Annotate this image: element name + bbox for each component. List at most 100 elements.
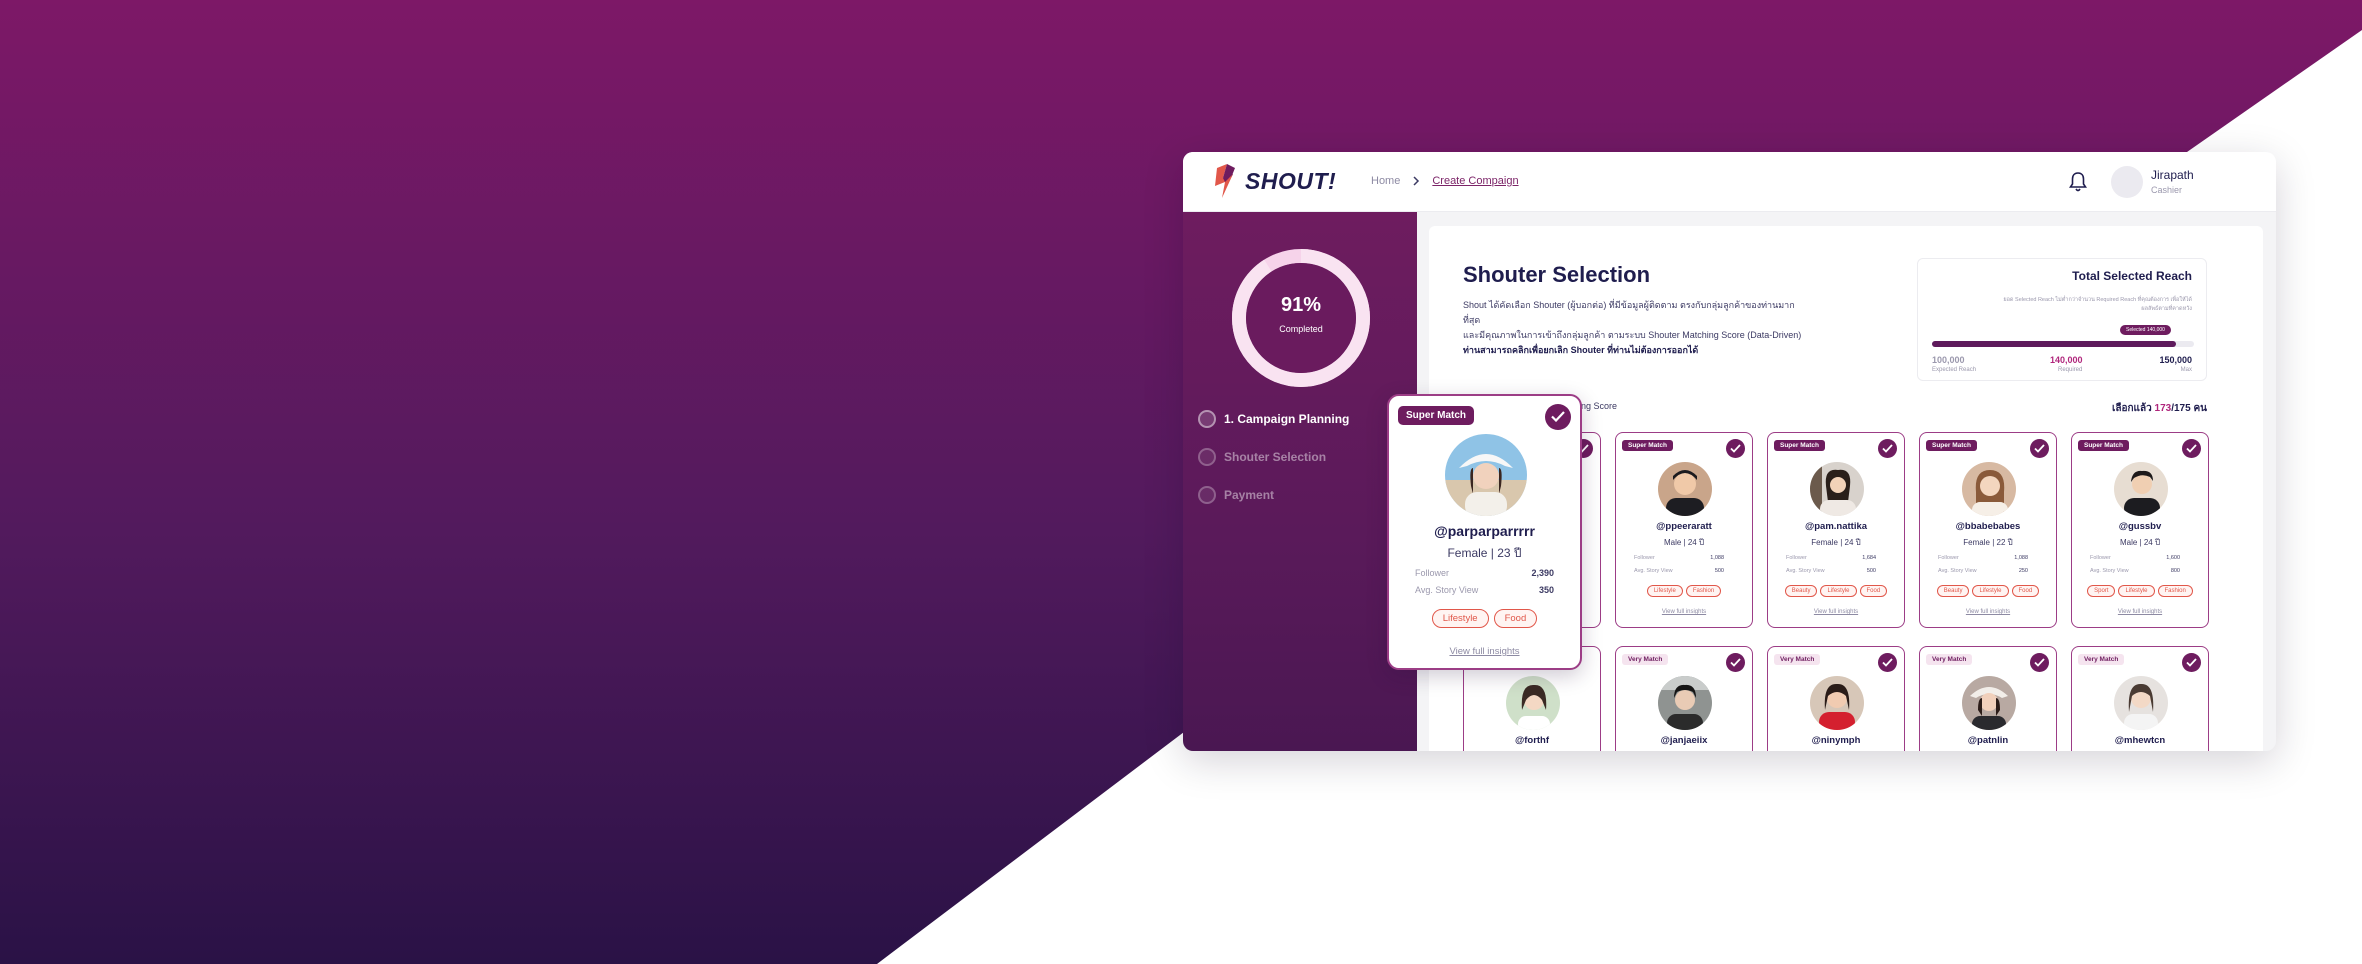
page-description: Shout ได้คัดเลือก Shouter (ผู้บอกต่อ) ที… [1463,298,1803,358]
selected-count: เลือกแล้ว 173/175 คน [2112,401,2207,416]
category-tag: Sport [2087,585,2116,597]
shouter-handle: @parparparrrrr [1434,523,1535,539]
expected-reach-label: Expected Reach [1932,367,1977,373]
follower-label: Follower [1786,555,1807,561]
story-view-value: 800 [2170,568,2180,574]
view-insights-link[interactable]: View full insights [2072,609,2208,615]
step-shouter-selection[interactable]: Shouter Selection [1198,448,1326,466]
check-icon[interactable] [1878,653,1897,672]
follower-label: Follower [2090,555,2111,561]
check-icon[interactable] [1726,439,1745,458]
shouter-avatar [1658,676,1712,730]
category-tag: Lifestyle [1646,585,1683,597]
story-view-value: 250 [2018,568,2028,574]
story-view-label: Avg. Story View [1938,568,1977,574]
step-payment[interactable]: Payment [1198,486,1274,504]
story-view-label: Avg. Story View [1634,568,1673,574]
shouter-avatar [1810,462,1864,516]
follower-row: Follower 1,684 [1786,555,1876,561]
follower-value: 1,088 [2014,555,2028,561]
check-icon[interactable] [2182,653,2201,672]
category-tag: Fashion [2157,585,2193,597]
chevron-right-icon [1413,176,1420,186]
user-avatar[interactable] [2111,166,2143,198]
shouter-card[interactable]: Very Match @janjaeiix [1615,646,1753,751]
logo-text: SHOUT! [1245,167,1337,194]
shouter-card[interactable]: Super Match @gussbv Male | 24 ปี Followe… [2071,432,2209,628]
follower-label: Follower [1634,555,1655,561]
category-tag: Lifestyle [2118,585,2155,597]
category-tags: Lifestyle Fashion [1616,585,1752,597]
shouter-card[interactable]: Very Match @ninymph [1767,646,1905,751]
featured-shouter-card[interactable]: Super Match @parparparrrrr Female | 23 ป… [1387,394,1582,670]
category-tag: Food [1859,585,1888,597]
check-icon[interactable] [1878,439,1897,458]
expected-reach-value: 100,000 [1932,355,1965,365]
follower-value: 2,390 [1531,568,1554,578]
story-view-label: Avg. Story View [1786,568,1825,574]
shouter-meta: Male | 24 ปี [1663,538,1705,547]
required-reach-value: 140,000 [2050,355,2083,365]
landing-stage: SHOUT! Home Create Compaign Jirapath Cas… [0,0,2362,964]
follower-row: Follower 1,088 [1938,555,2028,561]
category-tag: Lifestyle [1820,585,1857,597]
shouter-handle: @gussbv [2118,521,2162,532]
shouter-card[interactable]: Super Match @ppeeraratt Male | 24 ปี Fol… [1615,432,1753,628]
step-indicator [1198,410,1216,428]
step-label: Shouter Selection [1224,450,1327,464]
view-insights-link[interactable]: View full insights [1616,609,1752,615]
follower-value: 1,600 [2166,555,2180,561]
story-view-row: Avg. Story View 500 [1634,568,1724,574]
selected-prefix: เลือกแล้ว [2111,403,2152,414]
reach-note: ยอด Selected Reach ไม่ต่ำกว่าจำนวน Requi… [2003,297,2192,312]
progress-ring [1232,249,1370,387]
shouter-card[interactable]: Very Match @mhewtcn [2071,646,2209,751]
step-label: Payment [1224,488,1275,502]
follower-row: Follower 2,390 [1415,568,1554,578]
story-view-row: Avg. Story View 800 [2090,568,2180,574]
shouter-avatar [2114,676,2168,730]
check-icon[interactable] [2030,653,2049,672]
check-icon[interactable] [1545,404,1571,430]
max-reach-label: Max [2180,367,2192,373]
shouter-card[interactable]: Super Match @pam.nattika Female | 24 ปี … [1767,432,1905,628]
progress-donut: 91% Completed [1231,248,1371,388]
story-view-value: 500 [1866,568,1876,574]
category-tag: Lifestyle [1972,585,2009,597]
app-window: SHOUT! Home Create Compaign Jirapath Cas… [1183,152,2276,751]
step-campaign-planning[interactable]: 1. Campaign Planning [1198,410,1349,428]
story-view-row: Avg. Story View 250 [1938,568,2028,574]
user-name: Jirapath [2151,168,2194,182]
shouter-handle: @patnlin [1967,735,2009,746]
match-badge: Very Match [1926,654,1973,665]
shouter-handle: @ninymph [1811,735,1861,746]
check-icon[interactable] [1726,653,1745,672]
view-insights-link[interactable]: View full insights [1920,609,2056,615]
follower-label: Follower [1415,568,1450,578]
check-icon[interactable] [2030,439,2049,458]
shouter-meta: Female | 24 ปี [1811,538,1861,547]
follower-value: 1,088 [1710,555,1724,561]
category-tag: Food [1493,609,1538,628]
view-insights-link[interactable]: View full insights [1389,646,1580,657]
sidebar: 91% Completed 1. Campaign Planning Shout… [1183,212,1417,751]
check-icon[interactable] [2182,439,2201,458]
max-reach-value: 150,000 [2159,355,2192,365]
follower-row: Follower 1,088 [1634,555,1724,561]
shout-logo[interactable]: SHOUT! [1213,164,1336,198]
shouter-card[interactable]: Super Match @bbabebabes Female | 22 ปี F… [1919,432,2057,628]
description-line: Shout ได้คัดเลือก Shouter (ผู้บอกต่อ) ที… [1463,300,1795,325]
shouter-card[interactable]: Very Match @patnlin [1919,646,2057,751]
story-view-value: 500 [1714,568,1724,574]
match-badge: Very Match [1622,654,1669,665]
reach-progress-track [1932,341,2194,347]
breadcrumb-home[interactable]: Home [1371,175,1400,187]
bell-icon[interactable] [2068,171,2088,193]
step-label: 1. Campaign Planning [1224,412,1350,426]
shouter-handle: @pam.nattika [1804,521,1868,532]
view-insights-link[interactable]: View full insights [1768,609,1904,615]
shouter-avatar [1658,462,1712,516]
breadcrumb: Home Create Compaign [1371,175,1519,187]
breadcrumb-current[interactable]: Create Compaign [1432,175,1518,187]
shouter-meta: Male | 24 ปี [2119,538,2161,547]
